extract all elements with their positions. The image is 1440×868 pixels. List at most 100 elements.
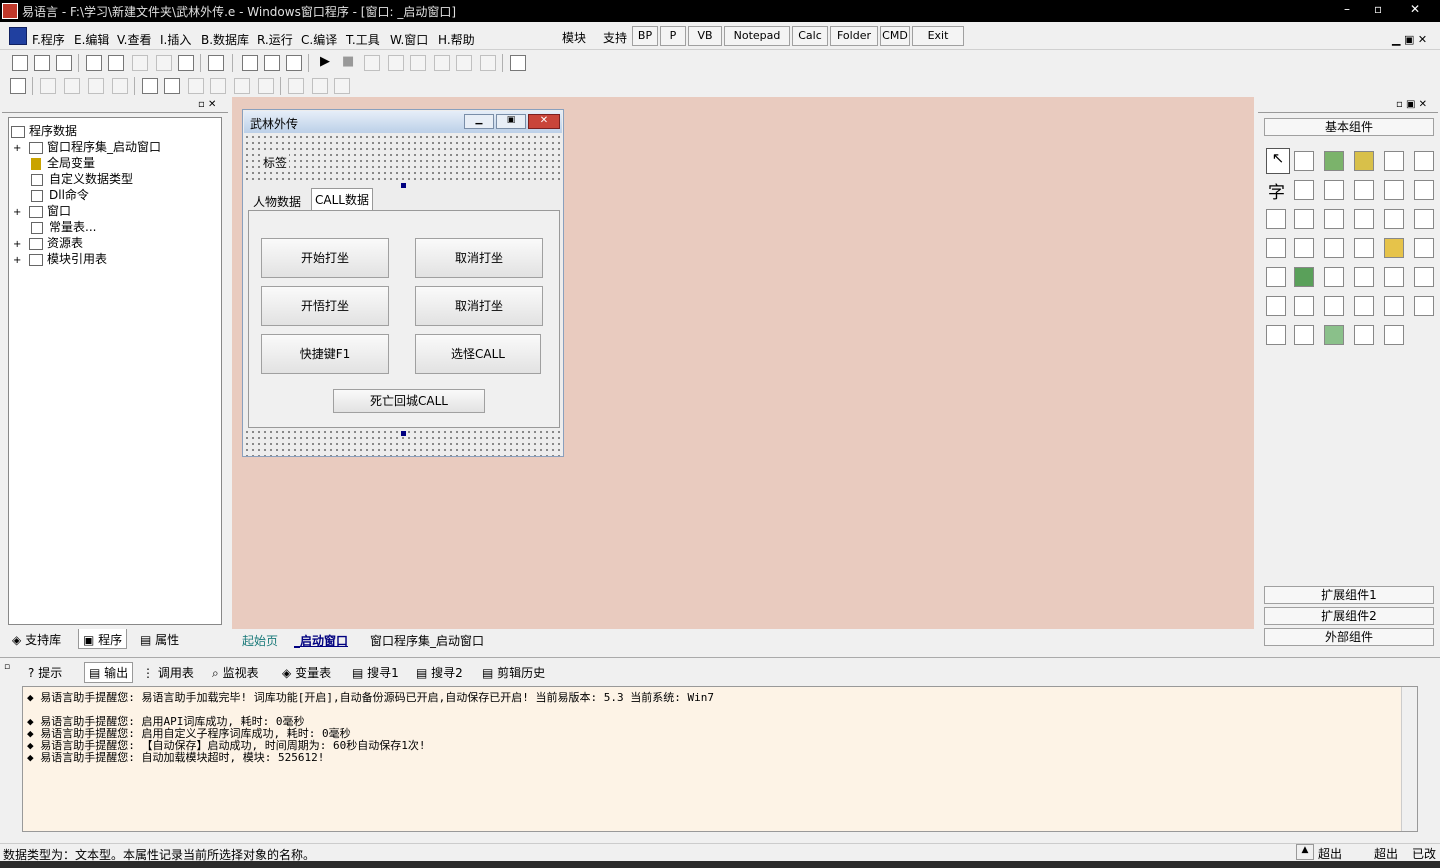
slider-tool-icon[interactable] xyxy=(1384,209,1404,229)
h-size-icon[interactable] xyxy=(288,78,304,94)
form-close-icon[interactable]: ✕ xyxy=(528,114,560,129)
table-tool-icon[interactable] xyxy=(1384,296,1404,316)
database-tool-icon[interactable] xyxy=(1414,296,1434,316)
palette-basic-header[interactable]: 基本组件 xyxy=(1264,118,1434,136)
odbc-tool-icon[interactable] xyxy=(1354,325,1374,345)
death-return-call-button[interactable]: 死亡回城CALL xyxy=(333,389,485,413)
globe-tool-icon[interactable] xyxy=(1294,267,1314,287)
selection-handle[interactable] xyxy=(401,183,406,188)
find-icon[interactable] xyxy=(208,55,224,71)
sort-tool-icon[interactable] xyxy=(1324,267,1344,287)
doc-tab-form[interactable]: _启动窗口 xyxy=(294,632,348,649)
quick-cmd-button[interactable]: CMD xyxy=(880,26,910,46)
hscroll-tool-icon[interactable] xyxy=(1294,209,1314,229)
color-tool-icon[interactable] xyxy=(1266,267,1286,287)
image-tool-icon[interactable] xyxy=(1324,151,1344,171)
quick-bp-button[interactable]: BP xyxy=(632,26,658,46)
tree-root[interactable]: 程序数据 xyxy=(11,122,77,139)
doc-tab-assembly[interactable]: 窗口程序集_启动窗口 xyxy=(370,632,484,649)
drive-tool-icon[interactable] xyxy=(1414,238,1434,258)
tree-item[interactable]: 全局变量 xyxy=(31,154,95,171)
menu-compile[interactable]: C.编译 xyxy=(301,31,337,48)
form-maximize-icon[interactable]: ▣ xyxy=(496,114,526,129)
timer-tool-icon[interactable] xyxy=(1266,238,1286,258)
quick-p-button[interactable]: P xyxy=(660,26,686,46)
output-console[interactable]: ◆ 易语言助手提醒您: 易语言助手加载完毕! 词库功能[开启],自动备份源码已开… xyxy=(22,686,1418,832)
both-size-icon[interactable] xyxy=(334,78,350,94)
palette-external[interactable]: 外部组件 xyxy=(1264,628,1434,646)
v-size-icon[interactable] xyxy=(312,78,328,94)
breakpoint-icon[interactable] xyxy=(456,55,472,71)
text-tool-icon[interactable]: 字 xyxy=(1268,178,1285,203)
progress-tool-icon[interactable] xyxy=(1354,209,1374,229)
form-label[interactable]: 标签 xyxy=(261,154,290,171)
layout-window-icon[interactable] xyxy=(242,55,258,71)
calendar-tool-icon[interactable] xyxy=(1354,267,1374,287)
run-to-cursor-icon[interactable] xyxy=(434,55,450,71)
listbox-tool-icon[interactable] xyxy=(1414,180,1434,200)
paste-icon[interactable] xyxy=(132,55,148,71)
quick-exit-button[interactable]: Exit xyxy=(912,26,964,46)
center-horizontal-icon[interactable] xyxy=(142,78,158,94)
tab-program[interactable]: ▣ 程序 xyxy=(78,629,128,649)
menu-tools[interactable]: T.工具 xyxy=(346,31,380,48)
layout-panels-icon[interactable] xyxy=(286,55,302,71)
layout-split-icon[interactable] xyxy=(264,55,280,71)
tab-watch[interactable]: ⌕ 监视表 xyxy=(212,664,259,681)
checkbox-tool-icon[interactable] xyxy=(1324,180,1344,200)
minimize-button[interactable]: – xyxy=(1344,2,1350,16)
tab-properties[interactable]: ▤ 属性 xyxy=(140,631,179,648)
same-width-icon[interactable] xyxy=(234,78,250,94)
stop-icon[interactable]: ■ xyxy=(342,54,354,69)
palette-pin-icon[interactable]: ▫ ▣ ✕ xyxy=(1396,99,1427,110)
label-tool-icon[interactable] xyxy=(1294,151,1314,171)
same-height-icon[interactable] xyxy=(258,78,274,94)
network-tool-icon[interactable] xyxy=(1266,296,1286,316)
form-minimize-icon[interactable]: ▁ xyxy=(464,114,494,129)
enlighten-meditate-button[interactable]: 开悟打坐 xyxy=(261,286,389,326)
quick-calc-button[interactable]: Calc xyxy=(792,26,828,46)
frame-tool-icon[interactable] xyxy=(1354,238,1374,258)
vscroll-tool-icon[interactable] xyxy=(1324,209,1344,229)
cancel-meditate-button[interactable]: 取消打坐 xyxy=(415,238,543,278)
component-icon[interactable] xyxy=(10,78,26,94)
undo-icon[interactable] xyxy=(178,55,194,71)
step-out-icon[interactable] xyxy=(410,55,426,71)
tree-item[interactable]: Dll命令 xyxy=(31,186,89,203)
quick-vb-button[interactable]: VB xyxy=(688,26,722,46)
space-vertical-icon[interactable] xyxy=(210,78,226,94)
printer-tool-icon[interactable] xyxy=(1294,238,1314,258)
folder-tool-icon[interactable] xyxy=(1384,238,1404,258)
tab-search1[interactable]: ▤ 搜寻1 xyxy=(352,664,399,681)
menu-run[interactable]: R.运行 xyxy=(257,31,293,48)
menu-program[interactable]: F.程序 xyxy=(32,31,65,48)
link-tool-icon[interactable] xyxy=(1354,296,1374,316)
tab-call-table[interactable]: ⋮ 调用表 xyxy=(142,664,194,681)
tree-item[interactable]: + 资源表 xyxy=(13,234,83,251)
eraser-tool-icon[interactable] xyxy=(1414,267,1434,287)
align-center-icon[interactable] xyxy=(64,78,80,94)
form-tab-call[interactable]: CALL数据 xyxy=(311,188,373,210)
tab-support-library[interactable]: ◈ 支持库 xyxy=(12,631,61,648)
start-meditate-button[interactable]: 开始打坐 xyxy=(261,238,389,278)
copy-icon[interactable] xyxy=(108,55,124,71)
palette-extension2[interactable]: 扩展组件2 xyxy=(1264,607,1434,625)
shape-tool-icon[interactable] xyxy=(1354,151,1374,171)
tab-clip-history[interactable]: ▤ 剪辑历史 xyxy=(482,664,545,681)
save-icon[interactable] xyxy=(56,55,72,71)
server-tool-icon[interactable] xyxy=(1324,296,1344,316)
align-top-icon[interactable] xyxy=(112,78,128,94)
app-menu-icon[interactable] xyxy=(9,27,27,45)
menu-database[interactable]: B.数据库 xyxy=(201,31,249,48)
designer-form[interactable]: 武林外传 ▁ ▣ ✕ 标签 人物数据 CALL数据 开始打坐 取消打坐 开悟打坐… xyxy=(242,109,564,457)
menu-insert[interactable]: I.插入 xyxy=(160,31,191,48)
chart-tool-icon[interactable] xyxy=(1324,325,1344,345)
query-tool-icon[interactable] xyxy=(1294,325,1314,345)
tree-item[interactable]: + 窗口 xyxy=(13,202,71,219)
combo-tool-icon[interactable] xyxy=(1266,209,1286,229)
cancel-meditate-button-2[interactable]: 取消打坐 xyxy=(415,286,543,326)
align-left-icon[interactable] xyxy=(40,78,56,94)
tree-item[interactable]: + 窗口程序集_启动窗口 xyxy=(13,138,161,155)
hand-icon[interactable] xyxy=(480,55,496,71)
pointer-tool-icon[interactable]: ↖ xyxy=(1266,148,1290,174)
